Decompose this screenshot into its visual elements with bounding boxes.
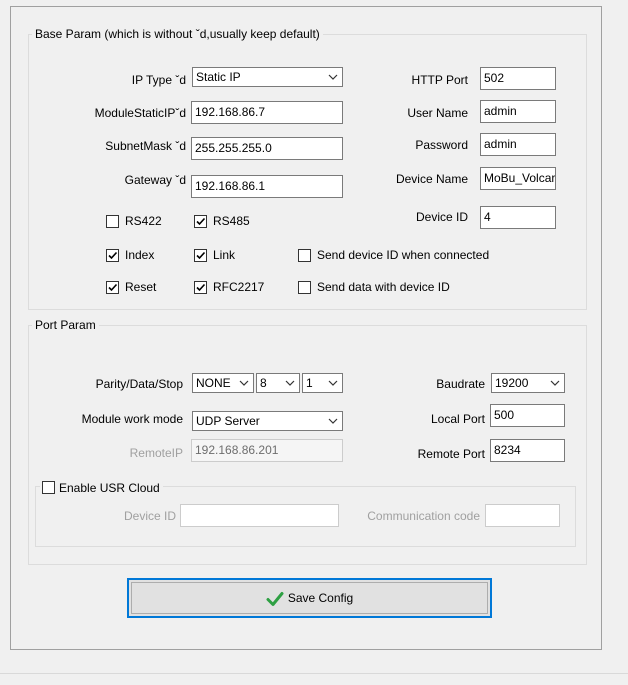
local-port-label: Local Port — [430, 412, 485, 426]
index-label: Index — [125, 248, 155, 262]
send-id-connected-label: Send device ID when connected — [317, 248, 490, 262]
device-id-input[interactable]: 4 — [480, 206, 556, 229]
cloud-device-id-input[interactable] — [180, 504, 339, 527]
stop-bits-select[interactable]: 1 — [302, 373, 343, 393]
work-mode-label: Module work mode — [81, 412, 183, 426]
rs422-checkbox[interactable] — [106, 215, 119, 228]
index-checkbox[interactable] — [106, 249, 119, 262]
gateway-label: Gateway ˇd — [124, 173, 186, 187]
device-name-input[interactable]: MoBu_Volcar — [480, 167, 556, 190]
usr-cloud-legend: Enable USR Cloud — [40, 479, 163, 495]
cloud-device-id-label: Device ID — [123, 509, 176, 523]
communication-code-label: Communication code — [367, 509, 480, 523]
checkmark-icon — [108, 251, 118, 260]
send-data-with-id-checkbox[interactable] — [298, 281, 311, 294]
remote-ip-input[interactable]: 192.168.86.201 — [191, 439, 343, 462]
checkmark-icon — [108, 283, 118, 292]
chevron-down-icon — [327, 374, 339, 392]
parity-label: Parity/Data/Stop — [95, 377, 183, 391]
send-data-with-id-label: Send data with device ID — [317, 280, 450, 294]
device-id-label: Device ID — [415, 210, 468, 224]
remote-port-input[interactable]: 8234 — [490, 439, 565, 462]
device-name-label: Device Name — [395, 172, 468, 186]
link-label: Link — [213, 248, 236, 262]
link-checkbox[interactable] — [194, 249, 207, 262]
rs422-label: RS422 — [125, 214, 162, 228]
data-bits-select[interactable]: 8 — [256, 373, 300, 393]
http-port-input[interactable]: 502 — [480, 67, 556, 90]
work-mode-select[interactable]: UDP Server — [192, 411, 343, 431]
ip-type-select[interactable]: Static IP — [192, 67, 343, 87]
base-param-legend: Base Param (which is without ˇd,usually … — [32, 27, 323, 41]
enable-usr-cloud-checkbox[interactable] — [42, 481, 55, 494]
checkmark-icon — [196, 251, 206, 260]
gateway-input[interactable]: 192.168.86.1 — [191, 175, 343, 198]
chevron-down-icon — [327, 68, 339, 86]
password-label: Password — [415, 138, 468, 152]
checkmark-icon — [196, 283, 206, 292]
communication-code-input[interactable] — [485, 504, 560, 527]
http-port-label: HTTP Port — [411, 73, 468, 87]
rs485-label: RS485 — [213, 214, 250, 228]
checkmark-icon — [196, 217, 206, 226]
baudrate-label: Baudrate — [436, 377, 485, 391]
rfc2217-checkbox[interactable] — [194, 281, 207, 294]
reset-checkbox[interactable] — [106, 281, 119, 294]
send-id-connected-checkbox[interactable] — [298, 249, 311, 262]
remote-ip-label: RemoteIP — [129, 446, 183, 460]
subnet-mask-label: SubnetMask ˇd — [105, 139, 186, 153]
checkmark-icon — [266, 591, 284, 610]
reset-label: Reset — [125, 280, 157, 294]
parity-select[interactable]: NONE — [192, 373, 254, 393]
subnet-mask-input[interactable]: 255.255.255.0 — [191, 137, 343, 160]
local-port-input[interactable]: 500 — [490, 404, 565, 427]
password-input[interactable]: admin — [480, 133, 556, 156]
ip-type-label: IP Type ˇd — [131, 73, 186, 87]
chevron-down-icon — [549, 374, 561, 392]
rs485-checkbox[interactable] — [194, 215, 207, 228]
rfc2217-label: RFC2217 — [213, 280, 265, 294]
chevron-down-icon — [327, 412, 339, 430]
module-static-ip-label: ModuleStaticIPˇd — [94, 106, 186, 120]
module-static-ip-input[interactable]: 192.168.86.7 — [191, 101, 343, 124]
enable-usr-cloud-label: Enable USR Cloud — [59, 481, 160, 495]
save-config-label: Save Config — [287, 591, 354, 605]
chevron-down-icon — [284, 374, 296, 392]
baudrate-select[interactable]: 19200 — [491, 373, 565, 393]
save-config-button[interactable]: Save Config — [127, 578, 492, 618]
bottom-divider — [0, 673, 628, 674]
user-name-input[interactable]: admin — [480, 100, 556, 123]
chevron-down-icon — [238, 374, 250, 392]
remote-port-label: Remote Port — [417, 447, 485, 461]
user-name-label: User Name — [407, 106, 468, 120]
port-param-legend: Port Param — [32, 318, 99, 332]
